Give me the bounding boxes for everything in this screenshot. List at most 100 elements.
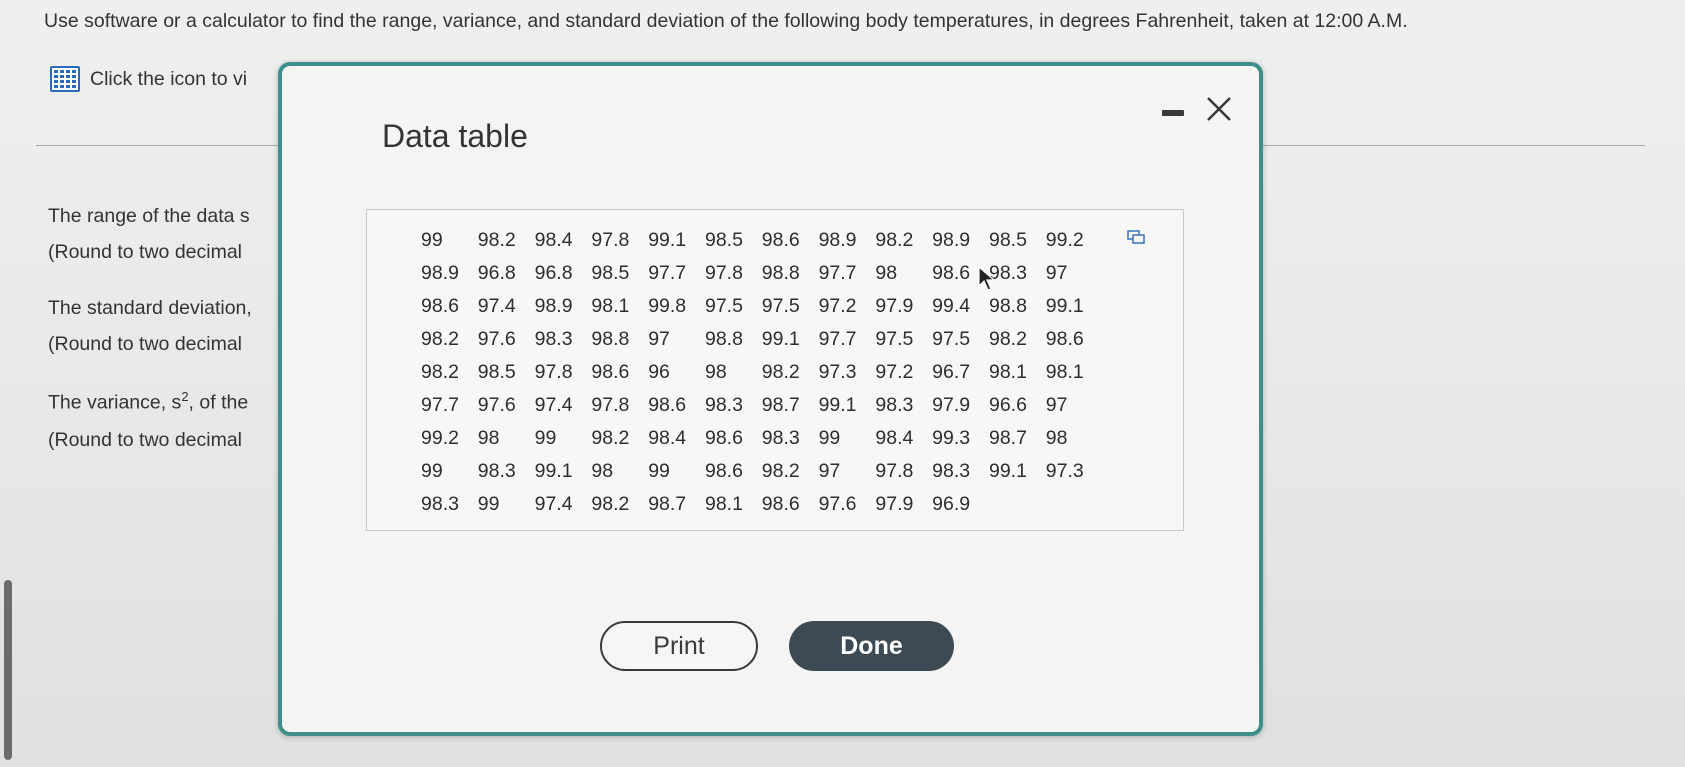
data-table-dialog: Data table 99 98.2 98.4 97.8 99.1 98.5 98.6 98.… (278, 62, 1263, 736)
table-cell: 96.8 (477, 262, 516, 284)
table-cell: 98.2 (591, 493, 630, 515)
table-cell: 97 (818, 460, 841, 482)
table-cell: 97.9 (875, 493, 914, 515)
table-cell: 97.3 (818, 361, 857, 383)
table-cell: 98.3 (875, 394, 914, 416)
done-button[interactable]: Done (789, 621, 954, 671)
temperature-values: 99 98.2 98.4 97.8 99.1 98.5 98.6 98.9 98.2 98.9 98… (421, 224, 1103, 521)
table-cell: 97 (1045, 394, 1068, 416)
table-cell: 98.4 (875, 427, 914, 449)
table-cell: 97.4 (534, 394, 573, 416)
table-cell: 98.7 (761, 394, 800, 416)
table-cell: 97.7 (421, 394, 459, 416)
table-cell: 98.2 (421, 328, 459, 350)
table-cell: 99 (534, 427, 557, 449)
table-cell: 97.9 (932, 394, 971, 416)
table-cell: 98.9 (932, 229, 971, 251)
table-cell: 97.8 (704, 262, 743, 284)
table-cell: 99.3 (932, 427, 971, 449)
variance-label: The variance, s2, of the (48, 389, 248, 415)
table-cell: 99 (421, 460, 443, 482)
data-table-link-text[interactable]: Click the icon to vi (90, 68, 247, 91)
table-cell: 98.3 (761, 427, 800, 449)
table-cell: 97.8 (534, 361, 573, 383)
table-cell-empty (989, 488, 1046, 521)
variance-suffix: , of the (188, 391, 249, 414)
table-cell: 99.1 (534, 460, 573, 482)
table-cell: 97.3 (1045, 460, 1084, 482)
table-cell: 96.6 (988, 394, 1027, 416)
table-cell: 96.8 (534, 262, 573, 284)
table-cell: 98.9 (421, 262, 459, 284)
table-cell: 98.5 (988, 229, 1027, 251)
table-cell: 96 (648, 361, 670, 383)
table-cell: 97.2 (818, 295, 857, 317)
mouse-cursor-icon (978, 266, 996, 291)
range-label: The range of the data s (48, 205, 250, 227)
table-grid-icon[interactable] (50, 66, 80, 92)
variance-prefix: The variance, s (48, 391, 182, 414)
table-cell: 98 (477, 427, 500, 449)
table-cell: 98.5 (704, 229, 743, 251)
data-table-link[interactable]: Click the icon to vi (50, 66, 247, 92)
table-cell: 97.6 (477, 394, 516, 416)
table-cell: 96.9 (932, 493, 971, 515)
range-round-note: (Round to two decimal (48, 241, 243, 263)
table-cell: 97 (648, 328, 670, 350)
table-cell: 98.1 (1045, 361, 1084, 383)
table-cell: 97.4 (477, 295, 516, 317)
table-cell: 97.5 (704, 295, 743, 317)
table-cell: 99.2 (1045, 229, 1084, 251)
table-cell: 98.6 (591, 361, 630, 383)
table-cell: 98.6 (704, 460, 743, 482)
variance-round-note: (Round to two decimal (48, 429, 243, 451)
table-cell: 99.2 (421, 427, 459, 449)
table-cell: 97.5 (932, 328, 971, 350)
table-cell: 98.7 (988, 427, 1027, 449)
table-cell: 98.2 (761, 361, 800, 383)
sd-label: The standard deviation, (48, 297, 252, 319)
table-cell: 99.1 (988, 460, 1027, 482)
table-cell: 99.1 (761, 328, 800, 350)
table-cell: 98.3 (932, 460, 971, 482)
table-cell: 97.7 (818, 262, 857, 284)
table-cell: 97.5 (875, 328, 914, 350)
table-cell: 97.6 (818, 493, 857, 515)
table-cell: 98.3 (704, 394, 743, 416)
minimize-icon[interactable] (1162, 110, 1184, 116)
table-cell: 97.6 (477, 328, 516, 350)
table-cell: 98.6 (704, 427, 743, 449)
table-cell: 98.9 (534, 295, 573, 317)
table-cell: 97.8 (875, 460, 914, 482)
table-cell: 98.2 (421, 361, 459, 383)
table-cell: 98.1 (591, 295, 630, 317)
table-cell: 98 (704, 361, 727, 383)
table-cell: 98.7 (648, 493, 687, 515)
variance-superscript: 2 (181, 389, 189, 404)
table-cell: 97.7 (818, 328, 857, 350)
table-cell: 98 (591, 460, 614, 482)
table-cell: 99 (477, 493, 500, 515)
dialog-title: Data table (382, 118, 528, 154)
table-cell: 98.6 (421, 295, 459, 317)
table-cell: 98 (1045, 427, 1068, 449)
print-button[interactable]: Print (600, 621, 758, 671)
table-cell: 98.8 (988, 295, 1027, 317)
table-cell: 99 (818, 427, 841, 449)
close-icon[interactable] (1204, 94, 1234, 124)
table-cell: 98.5 (477, 361, 516, 383)
table-cell: 98.6 (761, 229, 800, 251)
copy-icon[interactable] (1127, 230, 1145, 244)
table-cell: 98.9 (818, 229, 857, 251)
question-text: Use software or a calculator to find the… (44, 10, 1408, 32)
table-cell: 98.6 (1045, 328, 1084, 350)
table-cell: 98.3 (534, 328, 573, 350)
table-cell: 97.7 (648, 262, 687, 284)
page-scrollbar[interactable] (4, 580, 12, 760)
table-cell: 97.5 (761, 295, 800, 317)
table-cell: 98.8 (591, 328, 630, 350)
sd-round-note: (Round to two decimal (48, 333, 243, 355)
table-cell: 98.8 (761, 262, 800, 284)
table-cell: 98.6 (761, 493, 800, 515)
table-cell: 98.2 (988, 328, 1027, 350)
